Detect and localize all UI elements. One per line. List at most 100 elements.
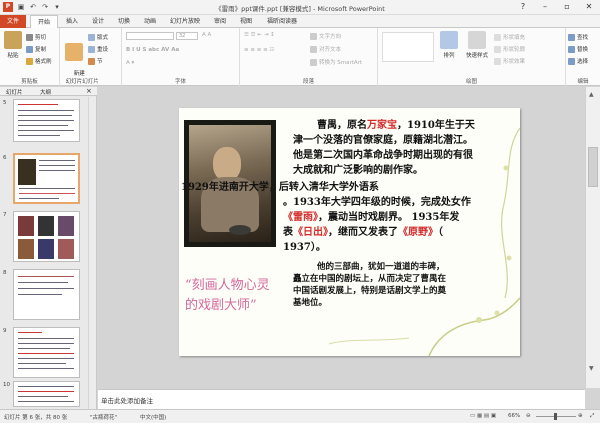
para1-line4: 大成就和广泛影响的剧作家。 — [293, 165, 423, 176]
format-painter-button[interactable]: 格式刷 — [26, 57, 52, 65]
quick-styles-icon — [468, 31, 486, 49]
cut-button[interactable]: 剪切 — [26, 33, 46, 41]
para2-line2: 。1933年大学四年级的时候，完成处女作 — [283, 197, 471, 208]
tab-slides-pane[interactable]: 幻灯片 — [6, 88, 23, 96]
scroll-thumb[interactable] — [588, 147, 598, 187]
new-slide-icon — [65, 43, 83, 61]
scroll-down-icon[interactable]: ▼ — [589, 365, 594, 372]
para2-line3: 《雷雨》，震动当时戏剧界。 1935年发 — [283, 212, 460, 223]
paste-button[interactable]: 粘贴 — [3, 31, 23, 59]
para3-line2: 矗立在中国的剧坛上，从而决定了曹禺在 — [293, 274, 447, 284]
font-name-combo[interactable] — [126, 32, 174, 40]
text-direction-icon — [310, 33, 317, 40]
thumb-number: 9 — [3, 328, 7, 334]
shapes-gallery[interactable] — [382, 32, 434, 62]
slides-group: 新建 幻灯片 版式 重设 节 幻灯片 — [60, 28, 122, 86]
thumb-number: 6 — [3, 155, 7, 161]
quick-styles-button[interactable]: 快速样式 — [464, 31, 490, 59]
zoom-in-icon[interactable]: ⊕ — [578, 413, 583, 419]
para3-line3: 中国话剧发展上，特别是话剧文学上的奠 — [293, 286, 447, 296]
slide-thumbnail[interactable] — [13, 99, 80, 142]
close-button[interactable]: ✕ — [578, 0, 600, 14]
thumbnail-scrollbar[interactable] — [88, 97, 96, 409]
scroll-up-icon[interactable]: ▲ — [589, 91, 594, 98]
status-bar: 幻灯片 第 6 张，共 80 张 "古瓶荷花" 中文(中国) ▭ ▦ ▤ ▣ 6… — [0, 409, 600, 423]
tab-view[interactable]: 视图 — [234, 15, 258, 28]
slide-thumbnail[interactable] — [13, 211, 80, 262]
window-title: 《雷雨》ppt课件.ppt [兼容模式] - Microsoft PowerPo… — [215, 5, 385, 13]
help-button[interactable]: ? — [512, 0, 534, 14]
font-color-icon[interactable]: A ▾ — [126, 60, 134, 66]
clipboard-label: 剪贴板 — [21, 79, 38, 85]
thumb-number: 5 — [3, 100, 7, 106]
tab-animations[interactable]: 动画 — [138, 15, 162, 28]
arrange-button[interactable]: 排列 — [438, 31, 460, 59]
zoom-out-icon[interactable]: ⊖ — [526, 413, 531, 419]
font-style-buttons[interactable]: B I U S abc AV Aa — [126, 47, 179, 53]
slide-thumbnail[interactable] — [13, 269, 80, 320]
copy-button[interactable]: 复制 — [26, 45, 46, 53]
tab-outline-pane[interactable]: 大纲 — [40, 88, 51, 96]
shape-outline-button[interactable]: 形状轮廓 — [494, 45, 525, 53]
tab-design[interactable]: 设计 — [86, 15, 110, 28]
para2-line4: 表《日出》，继而又发表了《原野》（ — [283, 227, 443, 238]
shape-fill-button[interactable]: 形状填充 — [494, 33, 525, 41]
layout-button[interactable]: 版式 — [88, 33, 108, 41]
reset-button[interactable]: 重设 — [88, 45, 108, 53]
copy-icon — [26, 46, 33, 53]
smartart-button[interactable]: 转换为 SmartArt — [310, 58, 362, 66]
slide-thumbnail[interactable] — [13, 327, 80, 378]
section-button[interactable]: 节 — [88, 57, 103, 65]
shape-effects-icon — [494, 58, 501, 65]
grow-font-icon[interactable]: A A — [202, 32, 211, 38]
para3-line1: 他的三部曲，犹如一道道的丰碑， — [317, 262, 445, 272]
text-direction-button[interactable]: 文字方向 — [310, 32, 341, 40]
font-size-combo[interactable]: 32 — [176, 32, 198, 40]
fit-window-icon[interactable]: ⤢ — [590, 413, 594, 420]
select-button[interactable]: 选择 — [568, 57, 588, 65]
align-text-button[interactable]: 对齐文本 — [310, 45, 341, 53]
para1-line3: 他是第二次国内革命战争时期出现的有很 — [293, 150, 473, 161]
layout-icon — [88, 34, 95, 41]
view-buttons[interactable]: ▭ ▦ ▤ ▣ — [470, 413, 496, 419]
drawing-group: 排列 快速样式 形状填充 形状轮廓 形状效果 绘图 — [378, 28, 566, 86]
close-pane-icon[interactable]: × — [86, 87, 92, 95]
clipboard-group: 粘贴 剪切 复制 格式刷 剪贴板 — [0, 28, 60, 86]
shape-fill-icon — [494, 34, 501, 41]
tab-file[interactable]: 文件 — [0, 15, 26, 28]
zoom-slider-thumb[interactable] — [554, 413, 557, 420]
theme-name: "古瓶荷花" — [90, 415, 118, 421]
shape-effects-button[interactable]: 形状效果 — [494, 57, 525, 65]
editing-label: 编辑 — [577, 79, 589, 85]
notes-pane[interactable]: 单击此处添加备注 — [98, 389, 585, 409]
section-icon — [88, 58, 95, 65]
arrange-icon — [440, 31, 458, 49]
language-indicator[interactable]: 中文(中国) — [140, 413, 166, 421]
ribbon-tabs: 文件 开始 插入 设计 切换 动画 幻灯片放映 审阅 视图 福昕阅读器 — [0, 15, 600, 29]
list-buttons[interactable]: ☰ ☰ ⇤ ⇥ ↕ — [244, 32, 275, 38]
editor-scrollbar[interactable]: ▲ ▼ — [585, 87, 600, 388]
ribbon: 粘贴 剪切 复制 格式刷 剪贴板 新建 幻灯片 版式 重设 节 幻灯片 32 A… — [0, 28, 600, 86]
font-group: 32 A A B I U S abc AV Aa A ▾ 字体 — [122, 28, 240, 86]
slide-canvas[interactable]: 曹禺，原名万家宝，1910年生于天 津一个没落的官僚家庭，原籍湖北潜江。 他是第… — [179, 108, 520, 356]
tab-slideshow[interactable]: 幻灯片放映 — [164, 15, 206, 28]
align-buttons[interactable]: ≡ ≡ ≡ ≡ ☷ — [244, 47, 274, 53]
slide-thumbnail[interactable] — [13, 381, 80, 407]
tab-insert[interactable]: 插入 — [60, 15, 84, 28]
slide-thumbnail-selected[interactable] — [13, 153, 80, 204]
pane-tabs: 幻灯片 大纲 × — [0, 87, 97, 96]
maximize-button[interactable]: ▫ — [556, 0, 578, 14]
tab-review[interactable]: 审阅 — [208, 15, 232, 28]
tab-transitions[interactable]: 切换 — [112, 15, 136, 28]
title-bar: P ▣ ↶ ↷ ▾ 《雷雨》ppt课件.ppt [兼容模式] - Microso… — [0, 0, 600, 15]
font-label: 字体 — [174, 79, 186, 85]
tab-home[interactable]: 开始 — [30, 15, 58, 29]
zoom-level[interactable]: 66% — [508, 413, 520, 419]
find-button[interactable]: 查找 — [568, 33, 588, 41]
tab-foxit[interactable]: 福昕阅读器 — [260, 15, 304, 28]
para2-line1: 1929年进南开大学，后转入清华大学外语系 — [181, 182, 379, 193]
paragraph-group: ☰ ☰ ⇤ ⇥ ↕ ≡ ≡ ≡ ≡ ☷ 文字方向 对齐文本 转换为 SmartA… — [240, 28, 378, 86]
minimize-button[interactable]: – — [534, 0, 556, 14]
shape-outline-icon — [494, 46, 501, 53]
replace-button[interactable]: 替换 — [568, 45, 588, 53]
